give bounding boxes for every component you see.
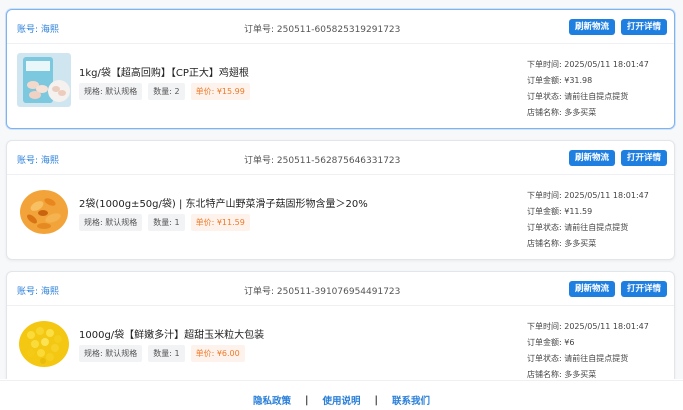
open-details-button[interactable]: 打开详情 xyxy=(621,150,668,166)
refresh-logistics-button[interactable]: 刷新物流 xyxy=(569,150,616,166)
refresh-logistics-button[interactable]: 刷新物流 xyxy=(569,19,616,35)
order-status: 订单状态: 请前往自提点提货 xyxy=(527,223,629,232)
order-time: 下单时间: 2025/05/11 18:01:47 xyxy=(527,322,649,331)
open-details-button[interactable]: 打开详情 xyxy=(621,281,668,297)
usage-instructions-link[interactable]: 使用说明 xyxy=(322,393,360,407)
contact-us-link[interactable]: 联系我们 xyxy=(392,393,430,407)
spec-tag: 规格: 默认规格 xyxy=(79,214,143,231)
unit-price-tag: 单价: ¥15.99 xyxy=(190,83,250,100)
product-tags: 规格: 默认规格 数量: 1 单价: ¥6.00 xyxy=(79,345,245,362)
chicken-wings-image xyxy=(17,53,71,107)
product-name: 1000g/袋【鲜嫩多汁】超甜玉米粒大包装 xyxy=(79,330,265,341)
product-tags: 规格: 默认规格 数量: 2 单价: ¥15.99 xyxy=(79,83,250,100)
quantity-tag: 数量: 2 xyxy=(148,83,185,100)
order-time: 下单时间: 2025/05/11 18:01:47 xyxy=(527,60,649,69)
footer-links: 隐私政策 | 使用说明 | 联系我们 xyxy=(0,393,683,408)
order-status: 订单状态: 请前往自提点提货 xyxy=(527,354,629,363)
privacy-policy-link[interactable]: 隐私政策 xyxy=(253,393,291,407)
refresh-logistics-button[interactable]: 刷新物流 xyxy=(569,281,616,297)
order-card-header: 账号: 海熙 订单号: 250511-391076954491723 刷新物流 … xyxy=(7,272,674,306)
footer-separator: | xyxy=(305,394,309,406)
order-amount: 订单金额: ¥6 xyxy=(527,338,575,347)
account-label: 账号: 海熙 xyxy=(17,156,59,166)
order-card[interactable]: 账号: 海熙 订单号: 250511-605825319291723 刷新物流 … xyxy=(6,9,675,129)
product-name: 2袋(1000g±50g/袋) | 东北特产山野菜滑子菇固形物含量＞20% xyxy=(79,199,368,210)
product-tags: 规格: 默认规格 数量: 1 单价: ¥11.59 xyxy=(79,214,250,231)
order-number: 订单号: 250511-562875646331723 xyxy=(244,156,401,166)
order-status: 订单状态: 请前往自提点提货 xyxy=(527,92,629,101)
store-name: 店铺名称: 多多买菜 xyxy=(527,370,597,379)
open-details-button[interactable]: 打开详情 xyxy=(621,19,668,35)
order-card-header: 账号: 海熙 订单号: 250511-605825319291723 刷新物流 … xyxy=(7,10,674,44)
order-info: 下单时间: 2025/05/11 18:01:47 订单金额: ¥31.98 订… xyxy=(527,57,649,121)
product-name: 1kg/袋【超高回购】【CP正大】鸡翅根 xyxy=(79,68,249,79)
account-label: 账号: 海熙 xyxy=(17,25,59,35)
footer-separator: | xyxy=(374,394,378,406)
order-card[interactable]: 账号: 海熙 订单号: 250511-562875646331723 刷新物流 … xyxy=(6,140,675,260)
order-info: 下单时间: 2025/05/11 18:01:47 订单金额: ¥6 订单状态:… xyxy=(527,319,649,379)
order-number: 订单号: 250511-605825319291723 xyxy=(244,25,401,35)
order-number: 订单号: 250511-391076954491723 xyxy=(244,287,401,297)
order-amount: 订单金额: ¥11.59 xyxy=(527,207,593,216)
quantity-tag: 数量: 1 xyxy=(148,214,185,231)
account-label: 账号: 海熙 xyxy=(17,287,59,297)
unit-price-tag: 单价: ¥6.00 xyxy=(190,345,245,362)
spec-tag: 规格: 默认规格 xyxy=(79,345,143,362)
quantity-tag: 数量: 1 xyxy=(148,345,185,362)
store-name: 店铺名称: 多多买菜 xyxy=(527,108,597,117)
corn-image xyxy=(17,315,71,369)
footer: 隐私政策 | 使用说明 | 联系我们 xyxy=(0,380,683,410)
store-name: 店铺名称: 多多买菜 xyxy=(527,239,597,248)
mushroom-image xyxy=(17,184,71,238)
order-time: 下单时间: 2025/05/11 18:01:47 xyxy=(527,191,649,200)
spec-tag: 规格: 默认规格 xyxy=(79,83,143,100)
order-card[interactable]: 账号: 海熙 订单号: 250511-391076954491723 刷新物流 … xyxy=(6,271,675,379)
order-info: 下单时间: 2025/05/11 18:01:47 订单金额: ¥11.59 订… xyxy=(527,188,649,252)
order-card-header: 账号: 海熙 订单号: 250511-562875646331723 刷新物流 … xyxy=(7,141,674,175)
order-amount: 订单金额: ¥31.98 xyxy=(527,76,593,85)
order-list[interactable]: 账号: 海熙 订单号: 250511-605825319291723 刷新物流 … xyxy=(0,0,683,379)
unit-price-tag: 单价: ¥11.59 xyxy=(190,214,250,231)
